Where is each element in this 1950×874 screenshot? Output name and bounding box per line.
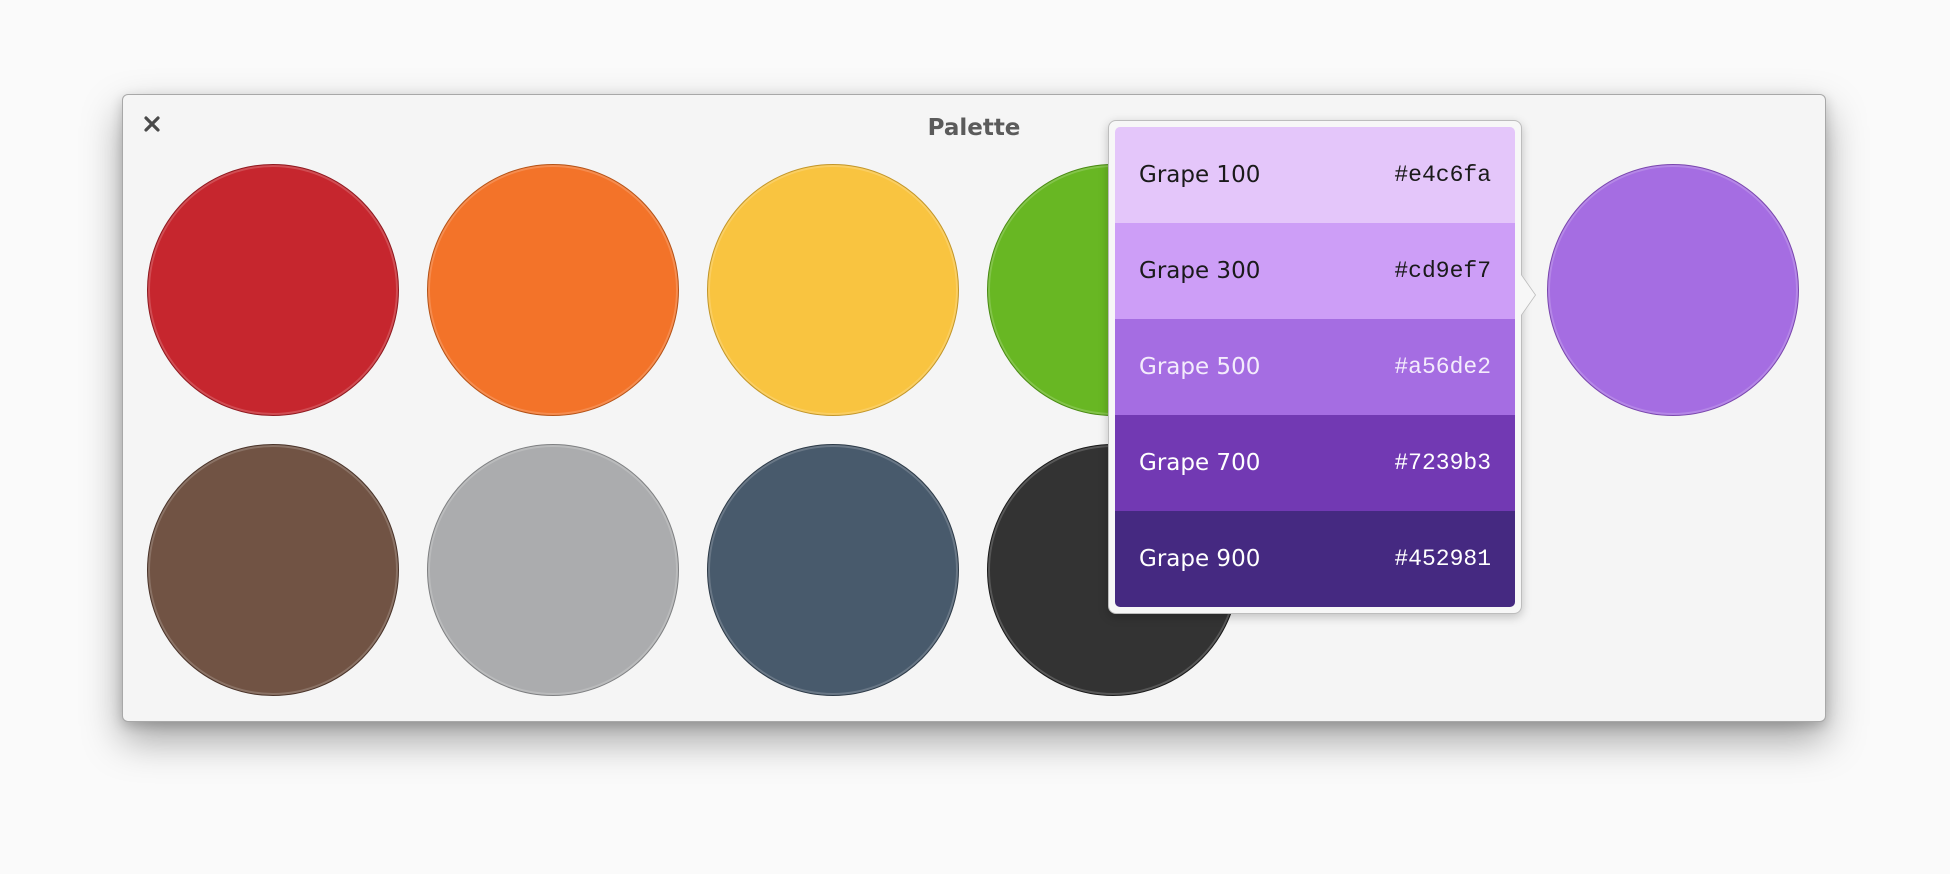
window-title: Palette — [927, 115, 1021, 141]
shade-label: Grape 900 — [1139, 546, 1261, 572]
shade-row-grape-900[interactable]: Grape 900 #452981 — [1115, 511, 1515, 607]
shades-popover: Grape 100 #e4c6fa Grape 300 #cd9ef7 Grap… — [1108, 120, 1535, 614]
shade-hex: #7239b3 — [1394, 450, 1491, 476]
swatch-banana[interactable] — [707, 164, 959, 416]
swatch-cocoa[interactable] — [147, 444, 399, 696]
swatch-grape[interactable] — [1547, 164, 1799, 416]
shade-hex: #452981 — [1394, 546, 1491, 572]
shade-hex: #a56de2 — [1394, 354, 1491, 380]
shade-label: Grape 500 — [1139, 354, 1261, 380]
shade-row-grape-700[interactable]: Grape 700 #7239b3 — [1115, 415, 1515, 511]
palette-window: Palette — [122, 94, 1826, 722]
swatch-silver[interactable] — [427, 444, 679, 696]
swatch-slate[interactable] — [707, 444, 959, 696]
popover-arrow — [1521, 275, 1535, 315]
shade-label: Grape 100 — [1139, 162, 1261, 188]
shade-row-grape-100[interactable]: Grape 100 #e4c6fa — [1115, 127, 1515, 223]
shade-row-grape-300[interactable]: Grape 300 #cd9ef7 — [1115, 223, 1515, 319]
shade-row-grape-500[interactable]: Grape 500 #a56de2 — [1115, 319, 1515, 415]
shade-hex: #e4c6fa — [1394, 162, 1491, 188]
shades-list: Grape 100 #e4c6fa Grape 300 #cd9ef7 Grap… — [1115, 127, 1515, 607]
shade-hex: #cd9ef7 — [1394, 258, 1491, 284]
shade-label: Grape 300 — [1139, 258, 1261, 284]
swatch-orange[interactable] — [427, 164, 679, 416]
shade-label: Grape 700 — [1139, 450, 1261, 476]
swatch-strawberry[interactable] — [147, 164, 399, 416]
